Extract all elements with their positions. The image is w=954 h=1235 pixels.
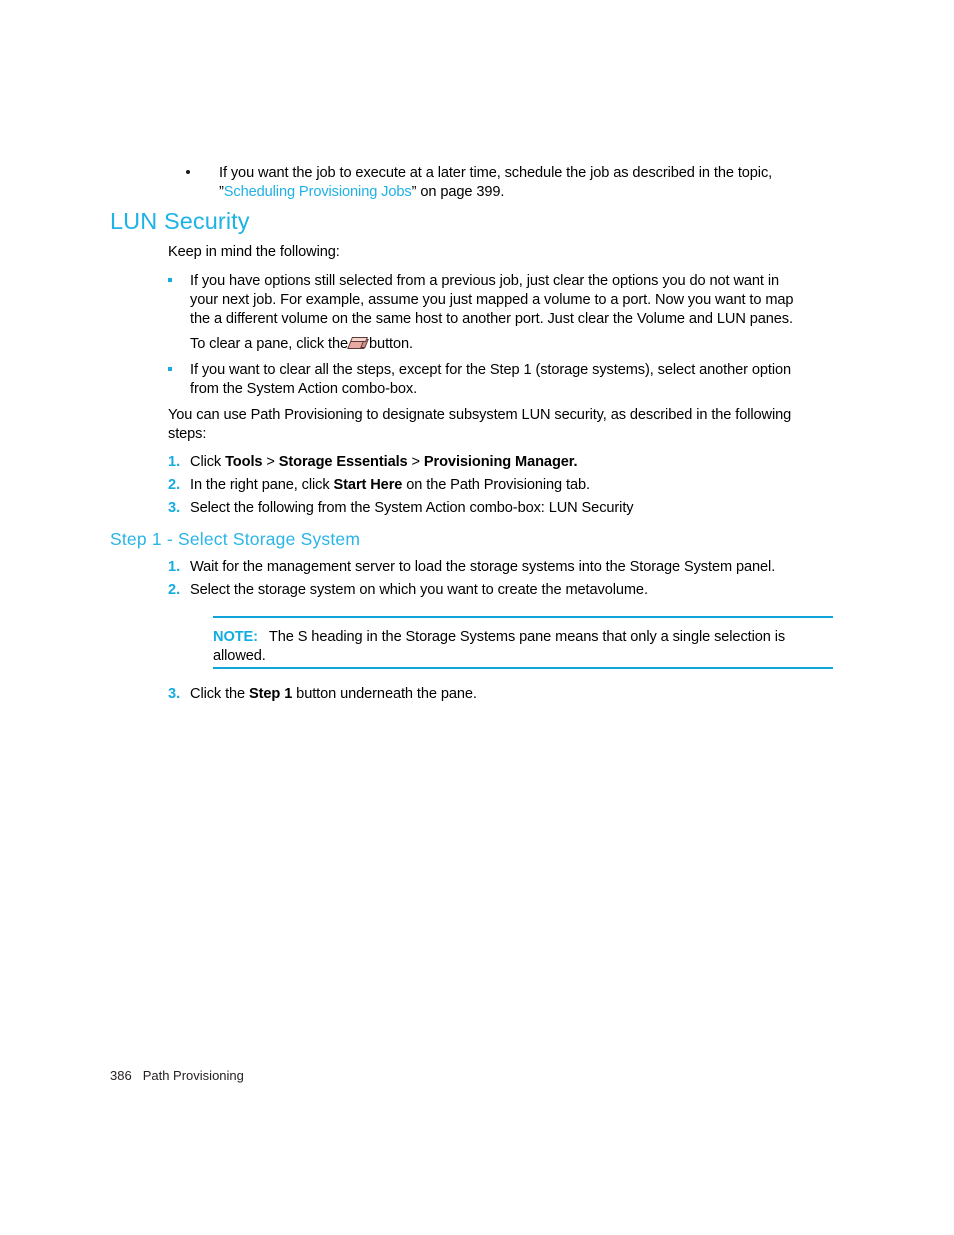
- bullet-marker-1: [168, 272, 182, 291]
- note-text-line2: allowed.: [213, 648, 266, 664]
- bullet-2-line2: from the System Action combo-box.: [190, 381, 418, 397]
- page-title: LUN Security: [110, 208, 250, 234]
- subsection-title: Step 1 - Select Storage System: [110, 529, 361, 549]
- note-rule-bottom: [213, 667, 833, 669]
- note-label: NOTE:: [213, 629, 258, 645]
- intro-bullet-line2: ”Scheduling Provisioning Jobs” on page 3…: [219, 183, 819, 202]
- intro-bullet-line2-post: ” on page 399.: [411, 184, 505, 200]
- step-text-3: Select the following from the System Act…: [190, 500, 634, 516]
- note-text-line1: The S heading in the Storage Systems pan…: [268, 629, 786, 645]
- section-intro-text: Keep in mind the following:: [168, 244, 340, 260]
- footer-page-number: 386: [110, 1068, 132, 1083]
- substep-text-2: Select the storage system on which you w…: [190, 582, 648, 598]
- step-text-2: In the right pane, click Start Here on t…: [190, 476, 840, 495]
- page-footer: 386 Path Provisioning: [110, 1067, 244, 1084]
- note-rule-top: [213, 616, 833, 618]
- bullet-dot-icon: [186, 170, 190, 175]
- substep-number-2: 2.: [168, 582, 181, 598]
- bullet-2-line1: If you want to clear all the steps, exce…: [190, 362, 792, 378]
- step-1-bold-storage-essentials: Storage Essentials: [278, 454, 408, 470]
- eraser-icon: [347, 336, 369, 351]
- bullet-1-subline-pre: To clear a pane, click the: [190, 336, 349, 352]
- substep-number-1: 1.: [168, 559, 181, 575]
- footer-chapter-name: Path Provisioning: [142, 1068, 244, 1083]
- bullet-marker-2: [168, 361, 182, 380]
- intro-bullet-marker: [186, 164, 200, 183]
- step-number-3: 3.: [168, 500, 181, 516]
- step-2-bold-start-here: Start Here: [333, 477, 403, 493]
- step-1-sep-1: >: [262, 454, 279, 470]
- body-paragraph-line1: You can use Path Provisioning to designa…: [168, 407, 792, 423]
- body-paragraph-line2: steps:: [168, 426, 207, 442]
- bullet-1-line2: your next job. For example, assume you j…: [190, 292, 794, 308]
- step-number-1: 1.: [168, 454, 181, 470]
- note-line1: NOTE: The S heading in the Storage System…: [213, 628, 838, 647]
- step-1-bold-provisioning-manager: Provisioning Manager.: [423, 454, 578, 470]
- substep-3-bold-step1: Step 1: [249, 686, 293, 702]
- cross-reference-link[interactable]: Scheduling Provisioning Jobs: [224, 184, 412, 200]
- step-number-2: 2.: [168, 477, 181, 493]
- bullet-1-line1: If you have options still selected from …: [190, 273, 779, 289]
- step-1-pre: Click: [190, 454, 226, 470]
- step-text-1: Click Tools > Storage Essentials > Provi…: [190, 453, 840, 472]
- step-1-sep-2: >: [407, 454, 424, 470]
- substep-text-1: Wait for the management server to load t…: [190, 559, 776, 575]
- bullet-square-icon: [168, 367, 172, 372]
- bullet-square-icon: [168, 278, 172, 283]
- bullet-1-subline: To clear a pane, click the button.: [190, 335, 590, 354]
- document-page: If you want the job to execute at a late…: [0, 0, 954, 1235]
- bullet-1-subline-post: button.: [369, 336, 413, 352]
- step-1-bold-tools: Tools: [225, 454, 263, 470]
- step-2-post: on the Path Provisioning tab.: [402, 477, 590, 493]
- substep-number-3: 3.: [168, 686, 181, 702]
- intro-bullet-line1: If you want the job to execute at a late…: [219, 165, 773, 181]
- substep-3-post: button underneath the pane.: [292, 686, 477, 702]
- substep-3-pre: Click the: [190, 686, 250, 702]
- substep-text-3: Click the Step 1 button underneath the p…: [190, 685, 840, 704]
- bullet-1-line3: the a different volume on the same host …: [190, 311, 793, 327]
- step-2-pre: In the right pane, click: [190, 477, 334, 493]
